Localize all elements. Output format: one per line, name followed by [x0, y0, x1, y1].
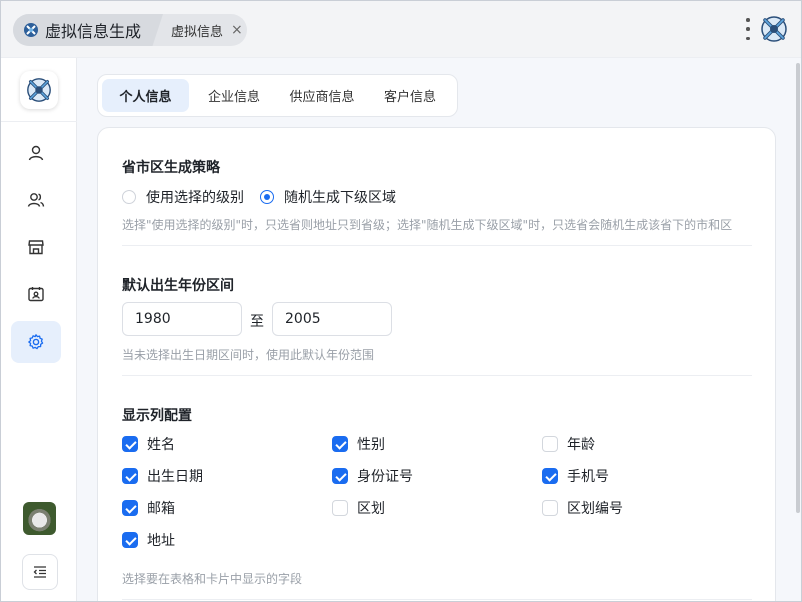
- tab-label: 虚拟信息生成: [45, 22, 142, 41]
- checkbox-box[interactable]: [122, 468, 138, 484]
- checkbox-label: 姓名: [147, 437, 175, 453]
- checkbox-box[interactable]: [332, 468, 348, 484]
- tab-group: 虚拟信息生成 虚拟信息 ×: [13, 14, 247, 46]
- tab-personal-info[interactable]: 个人信息: [102, 79, 189, 112]
- section-divider: [122, 599, 752, 600]
- checkbox-box[interactable]: [332, 500, 348, 516]
- radio-circle[interactable]: [122, 190, 136, 204]
- radio-use-selected-level[interactable]: 使用选择的级别: [122, 187, 244, 207]
- contact-card-icon: [28, 287, 44, 302]
- region-strategy-title: 省市区生成策略: [122, 160, 220, 176]
- sidebar-logo[interactable]: [20, 71, 58, 109]
- checkbox-address[interactable]: 地址: [122, 530, 175, 550]
- checkbox-label: 区划: [357, 501, 385, 517]
- checkbox-name[interactable]: 姓名: [122, 434, 175, 454]
- checkbox-box[interactable]: [542, 468, 558, 484]
- scrollbar[interactable]: [796, 63, 800, 513]
- app-logo-icon: [27, 78, 51, 102]
- birth-year-hint: 当未选择出生日期区间时，使用此默认年份范围: [122, 348, 375, 362]
- region-strategy-hint: 选择"使用选择的级别"时，只选省则地址只到省级；选择"随机生成下级区域"时，只选…: [122, 218, 733, 232]
- checkbox-label: 区划编号: [567, 501, 623, 517]
- checkbox-label: 年龄: [567, 437, 595, 453]
- sidebar-item-person[interactable]: [11, 132, 61, 174]
- menu-fold-icon: [33, 566, 46, 578]
- sidebar: [1, 58, 77, 601]
- settings-card: 省市区生成策略 使用选择的级别 随机生成下级区域 选择"使用选择的级别"时，只选…: [97, 127, 776, 601]
- tab-label: 虚拟信息: [171, 24, 224, 40]
- sidebar-divider: [1, 121, 77, 122]
- sidebar-item-contact[interactable]: [11, 273, 61, 315]
- sidebar-item-settings[interactable]: [11, 321, 61, 363]
- tab-company-info[interactable]: 企业信息: [191, 79, 277, 112]
- checkbox-label: 手机号: [567, 469, 609, 485]
- tab-virtual-info-generator[interactable]: 虚拟信息生成: [13, 14, 163, 46]
- checkbox-label: 出生日期: [147, 469, 203, 485]
- checkbox-label: 身份证号: [357, 469, 413, 485]
- checkbox-box[interactable]: [122, 436, 138, 452]
- top-bar: 虚拟信息生成 虚拟信息 ×: [1, 1, 801, 58]
- checkbox-birth-date[interactable]: 出生日期: [122, 466, 203, 486]
- checkbox-age[interactable]: 年龄: [542, 434, 595, 454]
- columns-title: 显示列配置: [122, 408, 192, 424]
- checkbox-region[interactable]: 区划: [332, 498, 385, 518]
- birth-year-from-input[interactable]: 1980: [122, 302, 242, 336]
- tab-virtual-info[interactable]: 虚拟信息 ×: [161, 14, 247, 46]
- close-icon[interactable]: ×: [231, 23, 243, 37]
- checkbox-box[interactable]: [122, 532, 138, 548]
- checkbox-box[interactable]: [542, 500, 558, 516]
- checkbox-label: 地址: [147, 533, 175, 549]
- radio-circle[interactable]: [260, 190, 274, 204]
- user-icon: [28, 145, 44, 161]
- checkbox-box[interactable]: [542, 436, 558, 452]
- checkbox-region-code[interactable]: 区划编号: [542, 498, 623, 518]
- app-logo-icon[interactable]: [759, 14, 789, 44]
- birth-year-to-input[interactable]: 2005: [272, 302, 392, 336]
- tab-supplier-info[interactable]: 供应商信息: [279, 79, 365, 112]
- gear-icon: [28, 334, 44, 350]
- content-tab-bar: 个人信息 企业信息 供应商信息 客户信息: [97, 74, 458, 117]
- sidebar-item-store[interactable]: [11, 226, 61, 268]
- tab-customer-info[interactable]: 客户信息: [367, 79, 453, 112]
- radio-label: 随机生成下级区域: [284, 190, 396, 206]
- users-icon: [27, 193, 45, 207]
- birth-year-title: 默认出生年份区间: [122, 278, 234, 294]
- checkbox-email[interactable]: 邮箱: [122, 498, 175, 518]
- section-divider: [122, 245, 752, 246]
- more-vertical-icon[interactable]: [745, 18, 751, 40]
- checkbox-phone[interactable]: 手机号: [542, 466, 609, 486]
- radio-random-sub-region[interactable]: 随机生成下级区域: [260, 187, 396, 207]
- checkbox-id-number[interactable]: 身份证号: [332, 466, 413, 486]
- collapse-sidebar-button[interactable]: [22, 554, 58, 590]
- checkbox-gender[interactable]: 性别: [332, 434, 385, 454]
- checkbox-label: 性别: [357, 437, 385, 453]
- radio-label: 使用选择的级别: [146, 190, 244, 206]
- sidebar-item-users[interactable]: [11, 179, 61, 221]
- range-separator: 至: [250, 314, 264, 330]
- store-icon: [28, 240, 44, 255]
- checkbox-label: 邮箱: [147, 501, 175, 517]
- app-logo-icon: [24, 23, 38, 37]
- checkbox-box[interactable]: [122, 500, 138, 516]
- app-window: 虚拟信息生成 虚拟信息 × 个人信息 企业信息 供应商信息 客户信息 省市区生成…: [0, 0, 802, 602]
- section-divider: [122, 375, 752, 376]
- columns-hint: 选择要在表格和卡片中显示的字段: [122, 572, 303, 586]
- checkbox-box[interactable]: [332, 436, 348, 452]
- avatar[interactable]: [23, 502, 56, 535]
